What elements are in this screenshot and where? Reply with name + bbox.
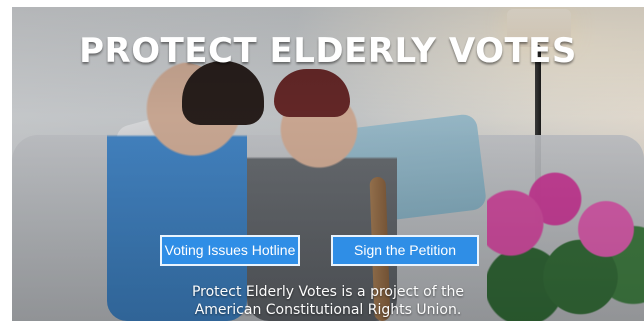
- project-attribution: Protect Elderly Votes is a project of th…: [12, 283, 644, 319]
- project-attribution-line-1: Protect Elderly Votes is a project of th…: [191, 284, 465, 300]
- sign-petition-button[interactable]: Sign the Petition: [331, 235, 479, 266]
- hero-banner: PROTECT ELDERLY VOTES Voting Issues Hotl…: [12, 7, 644, 321]
- page-title: PROTECT ELDERLY VOTES: [79, 31, 577, 71]
- project-attribution-line-2: American Constitutional Rights Union.: [194, 302, 462, 318]
- voting-issues-hotline-button[interactable]: Voting Issues Hotline: [160, 235, 300, 266]
